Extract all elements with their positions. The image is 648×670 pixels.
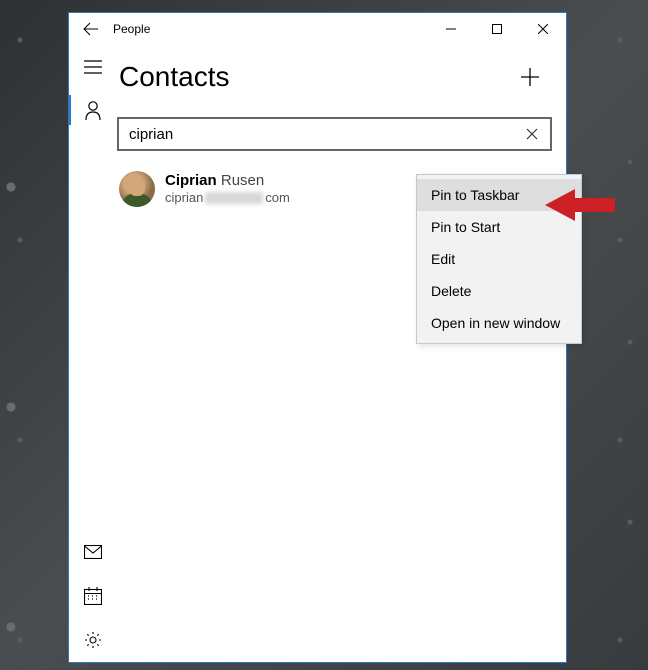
menu-item-delete[interactable]: Delete xyxy=(417,275,581,307)
context-menu: Pin to Taskbar Pin to Start Edit Delete … xyxy=(416,174,582,344)
minimize-icon xyxy=(446,24,456,34)
page-title: Contacts xyxy=(119,61,230,93)
email-prefix: ciprian xyxy=(165,190,203,206)
clear-search-button[interactable] xyxy=(520,122,544,146)
hamburger-icon xyxy=(84,60,102,74)
app-title: People xyxy=(113,22,428,36)
email-suffix: com xyxy=(265,190,290,206)
maximize-icon xyxy=(492,24,502,34)
sidebar xyxy=(69,45,117,662)
x-icon xyxy=(526,128,538,140)
search-box[interactable] xyxy=(117,117,552,151)
search-input[interactable] xyxy=(129,126,520,143)
contact-name: Ciprian Rusen xyxy=(165,172,290,191)
arrow-left-icon xyxy=(83,21,99,37)
contact-text: Ciprian Rusen ciprian com xyxy=(165,172,290,207)
settings-nav-button[interactable] xyxy=(69,618,117,662)
menu-item-pin-taskbar[interactable]: Pin to Taskbar xyxy=(417,179,581,211)
titlebar: People xyxy=(69,13,566,45)
contact-first-name: Ciprian xyxy=(165,172,217,189)
gear-icon xyxy=(84,631,102,649)
redacted-text xyxy=(205,192,263,204)
calendar-icon xyxy=(84,587,102,605)
content-area: Contacts xyxy=(69,45,566,662)
menu-item-pin-start[interactable]: Pin to Start xyxy=(417,211,581,243)
hamburger-button[interactable] xyxy=(69,45,117,89)
header-row: Contacts xyxy=(117,45,552,117)
maximize-button[interactable] xyxy=(474,13,520,45)
people-app-window: People xyxy=(68,12,567,663)
menu-item-open-new-window[interactable]: Open in new window xyxy=(417,307,581,339)
plus-icon xyxy=(519,66,541,88)
back-button[interactable] xyxy=(69,13,113,45)
minimize-button[interactable] xyxy=(428,13,474,45)
mail-nav-button[interactable] xyxy=(69,530,117,574)
add-contact-button[interactable] xyxy=(508,55,552,99)
close-icon xyxy=(538,24,548,34)
calendar-nav-button[interactable] xyxy=(69,574,117,618)
mail-icon xyxy=(84,545,102,559)
avatar xyxy=(119,171,155,207)
close-button[interactable] xyxy=(520,13,566,45)
contact-last-name: Rusen xyxy=(221,172,264,189)
person-icon xyxy=(84,100,102,120)
window-controls xyxy=(428,13,566,45)
people-nav-button[interactable] xyxy=(69,89,117,131)
menu-item-edit[interactable]: Edit xyxy=(417,243,581,275)
main-panel: Contacts xyxy=(117,45,566,662)
contact-email: ciprian com xyxy=(165,190,290,206)
